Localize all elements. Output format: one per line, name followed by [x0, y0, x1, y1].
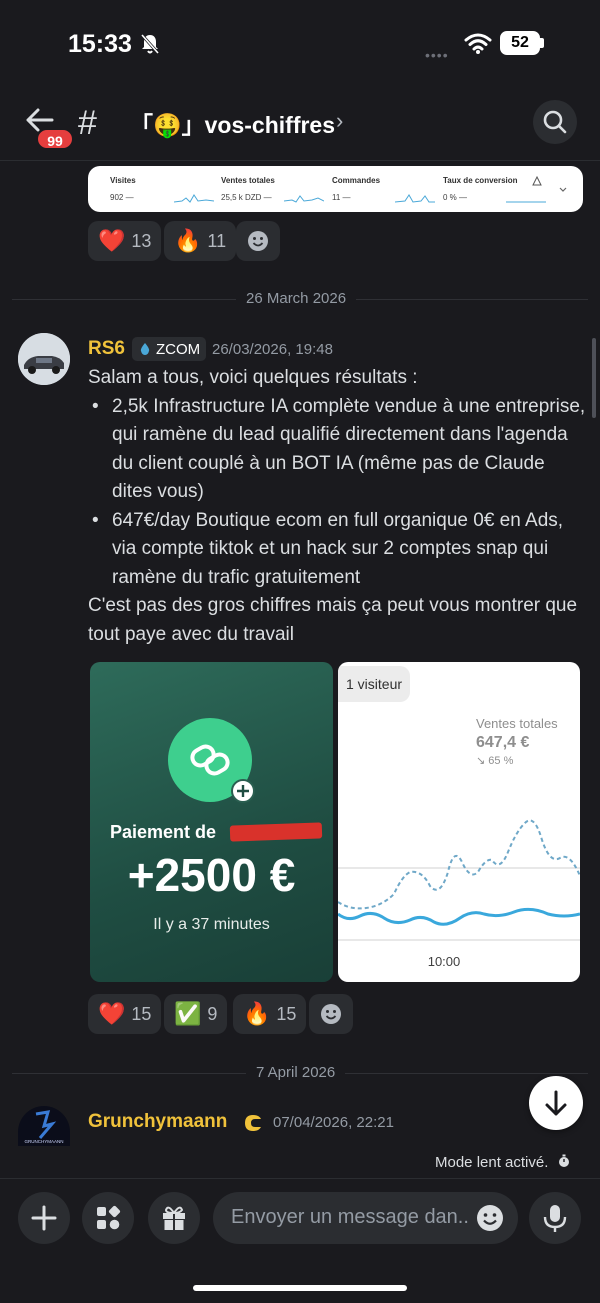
microphone-icon: [543, 1205, 567, 1232]
server-tag[interactable]: ZCOM: [132, 337, 207, 361]
payment-time: Il y a 37 minutes: [153, 916, 270, 933]
avatar[interactable]: GRUNCHYMAANN: [18, 1106, 70, 1146]
arrow-down-icon: [545, 1090, 567, 1116]
grunchy-avatar-image: GRUNCHYMAANN: [24, 1110, 64, 1144]
reaction-check[interactable]: ✅ 9: [164, 994, 228, 1034]
droplet-icon: [140, 343, 150, 355]
status-time: 15:33: [68, 30, 132, 58]
avatar[interactable]: [18, 333, 70, 385]
analytics-screenshot-attachment[interactable]: 1 visiteur Ventes totales 647,4 € ↘ 65 %…: [338, 662, 580, 982]
message-intro: Salam a tous, voici quelques résultats :: [88, 367, 418, 388]
battery-nub: [540, 38, 544, 48]
bell-muted-icon: [140, 34, 160, 54]
add-attachment-button[interactable]: [18, 1192, 70, 1244]
voice-message-button[interactable]: [529, 1192, 581, 1244]
metric-label: Ventes totales: [476, 716, 558, 731]
search-icon: [543, 110, 567, 134]
warning-icon: [532, 176, 542, 186]
date-label: 7 April 2026: [246, 1064, 346, 1081]
home-indicator[interactable]: [193, 1285, 407, 1291]
jump-to-bottom-button[interactable]: [529, 1076, 583, 1130]
stopwatch-icon: [558, 1154, 569, 1167]
header-divider: [0, 160, 600, 161]
channel-title[interactable]: 「🤑」vos-chiffres: [130, 106, 335, 140]
bullet-item: 2,5k Infrastructure IA complète vendue à…: [88, 393, 588, 507]
message-body: Salam a tous, voici quelques résultats :…: [88, 364, 588, 649]
unread-badge: 99: [36, 128, 74, 150]
smiley-icon: [321, 1004, 341, 1024]
sparkline: [395, 194, 435, 203]
signal-dots-icon: ••••: [425, 47, 449, 63]
gift-button[interactable]: [148, 1192, 200, 1244]
channel-hash-icon: #: [78, 104, 97, 142]
chevron-right-icon[interactable]: ›: [336, 108, 343, 134]
wifi-icon: [464, 33, 492, 54]
add-reaction-button[interactable]: [309, 994, 353, 1034]
apps-button[interactable]: [82, 1192, 134, 1244]
sparkline: [174, 194, 214, 203]
stat-commandes: Commandes 11 —: [332, 176, 381, 202]
plus-icon: [237, 785, 249, 797]
chart-time-label: 10:00: [427, 954, 461, 969]
stat-visites: Visites 902 —: [110, 176, 136, 202]
stat-ventes: Ventes totales 25,5 k DZD —: [221, 176, 275, 202]
chevron-down-icon[interactable]: [558, 186, 568, 194]
message-input-placeholder: Envoyer un message dan..: [231, 1206, 469, 1228]
role-badge-icon: [245, 1115, 261, 1131]
add-reaction-button[interactable]: [236, 221, 280, 261]
username[interactable]: Grunchymaann: [88, 1111, 227, 1133]
avatar-text: GRUNCHYMAANN: [24, 1139, 63, 1144]
bullet-item: 647€/day Boutique ecom en full organique…: [88, 507, 588, 593]
scrollbar-thumb[interactable]: [592, 338, 596, 418]
redaction-mark: [229, 822, 323, 842]
slow-mode-notice: Mode lent activé.: [435, 1154, 571, 1171]
gift-icon: [163, 1206, 185, 1230]
search-button[interactable]: [533, 100, 577, 144]
sparkline: [284, 195, 324, 203]
metric-change: ↘ 65 %: [476, 755, 514, 767]
reaction-heart[interactable]: ❤️ 13: [88, 221, 162, 261]
date-label: 26 March 2026: [236, 290, 357, 307]
message-bullets: 2,5k Infrastructure IA complète vendue à…: [88, 393, 588, 593]
sales-line-chart: [338, 819, 580, 941]
reaction-fire[interactable]: 🔥 11: [164, 221, 237, 261]
payment-screenshot-attachment[interactable]: Paiement de +2500 € Il y a 37 minutes: [90, 662, 333, 982]
metric-value: 647,4 €: [476, 734, 530, 751]
car-avatar-image: [18, 333, 70, 385]
payment-amount: +2500 €: [127, 849, 296, 901]
payment-label: Paiement de: [110, 822, 217, 842]
smiley-icon: [248, 231, 268, 251]
visitors-chip: 1 visiteur: [338, 666, 411, 702]
battery-indicator: 52: [500, 31, 540, 55]
message-timestamp: 07/04/2026, 22:21: [273, 1114, 394, 1131]
reaction-heart[interactable]: ❤️ 15: [88, 994, 162, 1034]
plus-badge: [231, 779, 255, 803]
message-timestamp: 26/03/2026, 19:48: [212, 341, 333, 358]
stats-screenshot-attachment[interactable]: Visites 902 — Ventes totales 25,5 k DZD …: [88, 166, 583, 212]
emoji-picker-icon[interactable]: [474, 1202, 506, 1234]
username[interactable]: RS6: [88, 338, 125, 360]
sparkline: [506, 201, 546, 203]
plus-icon: [31, 1205, 57, 1231]
reaction-fire[interactable]: 🔥 15: [233, 994, 307, 1034]
apps-icon: [97, 1205, 121, 1230]
message-outro: C'est pas des gros chiffres mais ça peut…: [88, 595, 578, 645]
